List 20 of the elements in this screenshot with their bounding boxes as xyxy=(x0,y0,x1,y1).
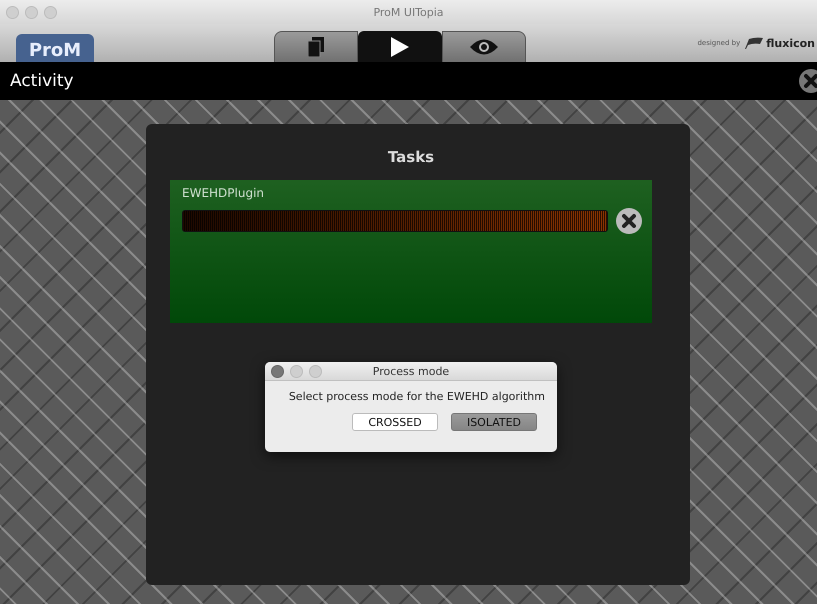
close-icon[interactable] xyxy=(799,69,817,93)
play-tab[interactable] xyxy=(358,31,442,62)
dialog-title: Process mode xyxy=(372,364,450,378)
close-icon[interactable] xyxy=(616,208,642,234)
window-title: ProM UITopia xyxy=(373,6,444,18)
documents-tab[interactable] xyxy=(274,31,358,62)
panel-title: Tasks xyxy=(386,148,436,166)
brand-name: fluxicon xyxy=(766,36,815,50)
play-icon xyxy=(391,37,409,57)
close-button[interactable] xyxy=(271,365,284,378)
view-tab[interactable] xyxy=(442,31,526,62)
logo: ProM xyxy=(16,34,94,62)
flag-icon xyxy=(743,37,764,49)
documents-icon xyxy=(308,37,324,57)
mode-button[interactable]: ISOLATED xyxy=(451,413,537,431)
task-name: EWEHDPlugin xyxy=(182,186,266,200)
eye-icon xyxy=(470,38,498,56)
dialog-message: Select process mode for the EWEHD algorithm xyxy=(288,389,546,403)
activity-title: Activity xyxy=(10,71,74,91)
mode-button[interactable]: CROSSED xyxy=(352,413,438,431)
